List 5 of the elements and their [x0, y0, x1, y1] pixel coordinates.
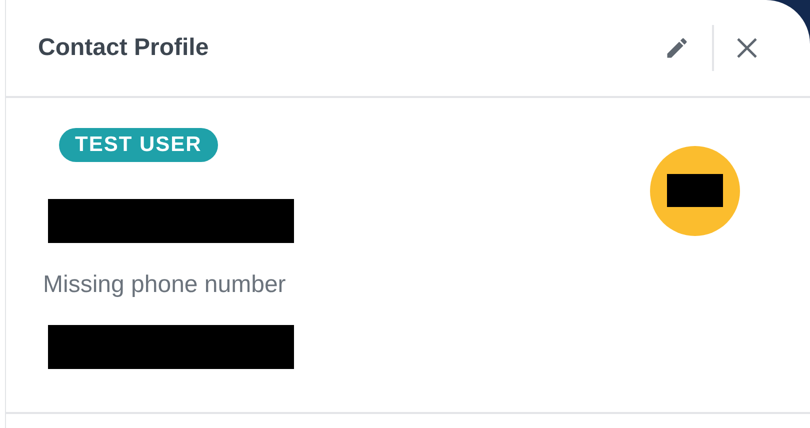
- phone-text: Missing phone number: [43, 271, 286, 299]
- avatar-icon: [650, 146, 740, 236]
- panel-title: Contact Profile: [38, 34, 209, 62]
- test-user-badge: TEST USER: [59, 128, 218, 162]
- close-icon: [736, 37, 758, 59]
